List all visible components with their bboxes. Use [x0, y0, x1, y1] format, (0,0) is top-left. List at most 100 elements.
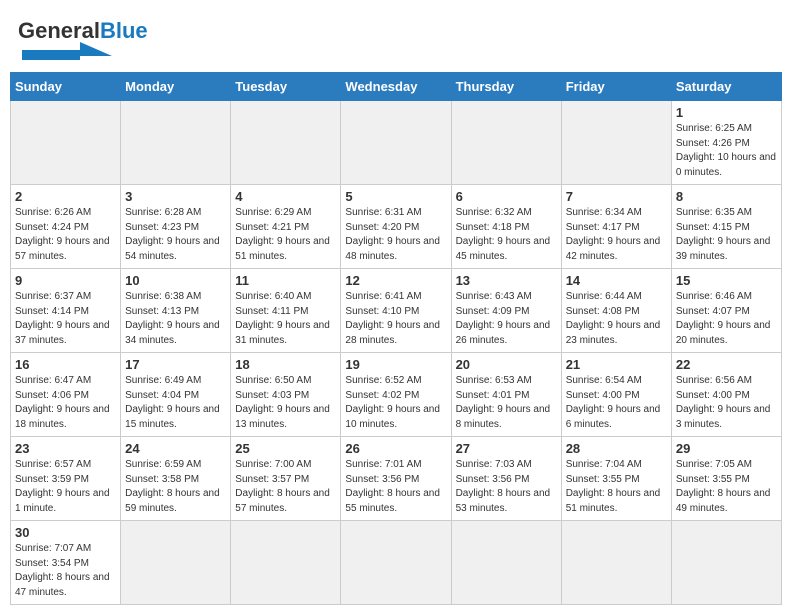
day-info: Sunrise: 6:47 AMSunset: 4:06 PMDaylight:… — [15, 374, 116, 432]
calendar-day-cell: 22 Sunrise: 6:56 AMSunset: 4:00 PMDayligh… — [671, 353, 781, 437]
day-info: Sunrise: 6:29 AMSunset: 4:21 PMDaylight:… — [235, 206, 336, 264]
calendar-day-cell: 12 Sunrise: 6:41 AMSunset: 4:10 PMDayligh… — [341, 269, 451, 353]
day-info: Sunrise: 6:56 AMSunset: 4:00 PMDaylight:… — [676, 374, 777, 432]
calendar-day-cell: 2 Sunrise: 6:26 AMSunset: 4:24 PMDaylight… — [11, 185, 121, 269]
day-number: 12 — [345, 273, 446, 288]
day-number: 3 — [125, 189, 226, 204]
day-number: 28 — [566, 441, 667, 456]
day-info: Sunrise: 6:41 AMSunset: 4:10 PMDaylight:… — [345, 290, 446, 348]
logo-graphic — [22, 42, 112, 64]
day-info: Sunrise: 6:31 AMSunset: 4:20 PMDaylight:… — [345, 206, 446, 264]
day-number: 26 — [345, 441, 446, 456]
calendar-day-cell: 10Sunrise: 6:38 AMSunset: 4:13 PMDayligh… — [121, 269, 231, 353]
day-info: Sunrise: 6:25 AMSunset: 4:26 PMDaylight:… — [676, 122, 777, 180]
calendar-day-cell — [561, 101, 671, 185]
col-monday: Monday — [121, 73, 231, 101]
calendar-day-cell: 26 Sunrise: 7:01 AMSunset: 3:56 PMDayligh… — [341, 437, 451, 521]
col-saturday: Saturday — [671, 73, 781, 101]
day-info: Sunrise: 7:00 AMSunset: 3:57 PMDaylight:… — [235, 458, 336, 516]
calendar-day-cell: 4 Sunrise: 6:29 AMSunset: 4:21 PMDaylight… — [231, 185, 341, 269]
calendar-day-cell: 17 Sunrise: 6:49 AMSunset: 4:04 PMDayligh… — [121, 353, 231, 437]
page-header: General Blue — [0, 0, 792, 72]
calendar-day-cell: 25 Sunrise: 7:00 AMSunset: 3:57 PMDayligh… — [231, 437, 341, 521]
calendar-day-cell — [231, 521, 341, 605]
col-friday: Friday — [561, 73, 671, 101]
calendar-day-cell: 27 Sunrise: 7:03 AMSunset: 3:56 PMDayligh… — [451, 437, 561, 521]
calendar-day-cell — [561, 521, 671, 605]
day-number: 17 — [125, 357, 226, 372]
day-info: Sunrise: 6:49 AMSunset: 4:04 PMDaylight:… — [125, 374, 226, 432]
calendar-day-cell: 19Sunrise: 6:52 AMSunset: 4:02 PMDayligh… — [341, 353, 451, 437]
day-number: 11 — [235, 273, 336, 288]
day-info: Sunrise: 6:32 AMSunset: 4:18 PMDaylight:… — [456, 206, 557, 264]
logo-blue-text: Blue — [100, 18, 148, 44]
day-number: 18 — [235, 357, 336, 372]
col-sunday: Sunday — [11, 73, 121, 101]
day-info: Sunrise: 6:53 AMSunset: 4:01 PMDaylight:… — [456, 374, 557, 432]
calendar-day-cell: 20 Sunrise: 6:53 AMSunset: 4:01 PMDayligh… — [451, 353, 561, 437]
calendar-day-cell: 16 Sunrise: 6:47 AMSunset: 4:06 PMDayligh… — [11, 353, 121, 437]
day-info: Sunrise: 7:07 AMSunset: 3:54 PMDaylight:… — [15, 542, 116, 600]
day-number: 25 — [235, 441, 336, 456]
day-number: 29 — [676, 441, 777, 456]
day-number: 22 — [676, 357, 777, 372]
day-info: Sunrise: 6:46 AMSunset: 4:07 PMDaylight:… — [676, 290, 777, 348]
day-number: 8 — [676, 189, 777, 204]
day-info: Sunrise: 6:44 AMSunset: 4:08 PMDaylight:… — [566, 290, 667, 348]
day-number: 5 — [345, 189, 446, 204]
calendar-header-row: Sunday Monday Tuesday Wednesday Thursday… — [11, 73, 782, 101]
calendar-day-cell: 3 Sunrise: 6:28 AMSunset: 4:23 PMDaylight… — [121, 185, 231, 269]
calendar-wrapper: Sunday Monday Tuesday Wednesday Thursday… — [0, 72, 792, 615]
calendar-day-cell: 13 Sunrise: 6:43 AMSunset: 4:09 PMDayligh… — [451, 269, 561, 353]
day-number: 24 — [125, 441, 226, 456]
day-number: 4 — [235, 189, 336, 204]
logo-general-text: General — [18, 18, 100, 44]
day-number: 14 — [566, 273, 667, 288]
col-thursday: Thursday — [451, 73, 561, 101]
day-number: 13 — [456, 273, 557, 288]
calendar-day-cell: 23 Sunrise: 6:57 AMSunset: 3:59 PMDayligh… — [11, 437, 121, 521]
calendar-day-cell: 7 Sunrise: 6:34 AMSunset: 4:17 PMDaylight… — [561, 185, 671, 269]
day-info: Sunrise: 6:38 AMSunset: 4:13 PMDaylight:… — [125, 290, 226, 348]
calendar-day-cell: 24Sunrise: 6:59 AMSunset: 3:58 PMDayligh… — [121, 437, 231, 521]
day-number: 15 — [676, 273, 777, 288]
calendar-day-cell: 21Sunrise: 6:54 AMSunset: 4:00 PMDayligh… — [561, 353, 671, 437]
day-info: Sunrise: 6:40 AMSunset: 4:11 PMDaylight:… — [235, 290, 336, 348]
day-number: 23 — [15, 441, 116, 456]
day-info: Sunrise: 7:03 AMSunset: 3:56 PMDaylight:… — [456, 458, 557, 516]
day-info: Sunrise: 6:28 AMSunset: 4:23 PMDaylight:… — [125, 206, 226, 264]
calendar-day-cell — [121, 101, 231, 185]
day-info: Sunrise: 6:57 AMSunset: 3:59 PMDaylight:… — [15, 458, 116, 516]
calendar-week-row: 30 Sunrise: 7:07 AMSunset: 3:54 PMDayligh… — [11, 521, 782, 605]
calendar-day-cell: 1 Sunrise: 6:25 AMSunset: 4:26 PMDaylight… — [671, 101, 781, 185]
calendar-week-row: 2 Sunrise: 6:26 AMSunset: 4:24 PMDaylight… — [11, 185, 782, 269]
calendar-day-cell — [11, 101, 121, 185]
day-info: Sunrise: 6:43 AMSunset: 4:09 PMDaylight:… — [456, 290, 557, 348]
day-info: Sunrise: 6:35 AMSunset: 4:15 PMDaylight:… — [676, 206, 777, 264]
day-info: Sunrise: 7:04 AMSunset: 3:55 PMDaylight:… — [566, 458, 667, 516]
day-number: 30 — [15, 525, 116, 540]
day-info: Sunrise: 7:01 AMSunset: 3:56 PMDaylight:… — [345, 458, 446, 516]
day-number: 7 — [566, 189, 667, 204]
day-number: 20 — [456, 357, 557, 372]
day-number: 1 — [676, 105, 777, 120]
day-info: Sunrise: 6:54 AMSunset: 4:00 PMDaylight:… — [566, 374, 667, 432]
day-number: 2 — [15, 189, 116, 204]
day-info: Sunrise: 6:34 AMSunset: 4:17 PMDaylight:… — [566, 206, 667, 264]
calendar-day-cell: 9 Sunrise: 6:37 AMSunset: 4:14 PMDaylight… — [11, 269, 121, 353]
day-number: 9 — [15, 273, 116, 288]
col-wednesday: Wednesday — [341, 73, 451, 101]
calendar-day-cell — [121, 521, 231, 605]
calendar-day-cell: 15 Sunrise: 6:46 AMSunset: 4:07 PMDayligh… — [671, 269, 781, 353]
day-number: 16 — [15, 357, 116, 372]
day-number: 19 — [345, 357, 446, 372]
calendar-day-cell: 29Sunrise: 7:05 AMSunset: 3:55 PMDayligh… — [671, 437, 781, 521]
day-info: Sunrise: 6:37 AMSunset: 4:14 PMDaylight:… — [15, 290, 116, 348]
logo: General Blue — [18, 18, 148, 64]
calendar-day-cell: 14 Sunrise: 6:44 AMSunset: 4:08 PMDayligh… — [561, 269, 671, 353]
calendar-day-cell — [341, 521, 451, 605]
calendar-day-cell — [451, 101, 561, 185]
day-number: 27 — [456, 441, 557, 456]
day-info: Sunrise: 6:26 AMSunset: 4:24 PMDaylight:… — [15, 206, 116, 264]
col-tuesday: Tuesday — [231, 73, 341, 101]
